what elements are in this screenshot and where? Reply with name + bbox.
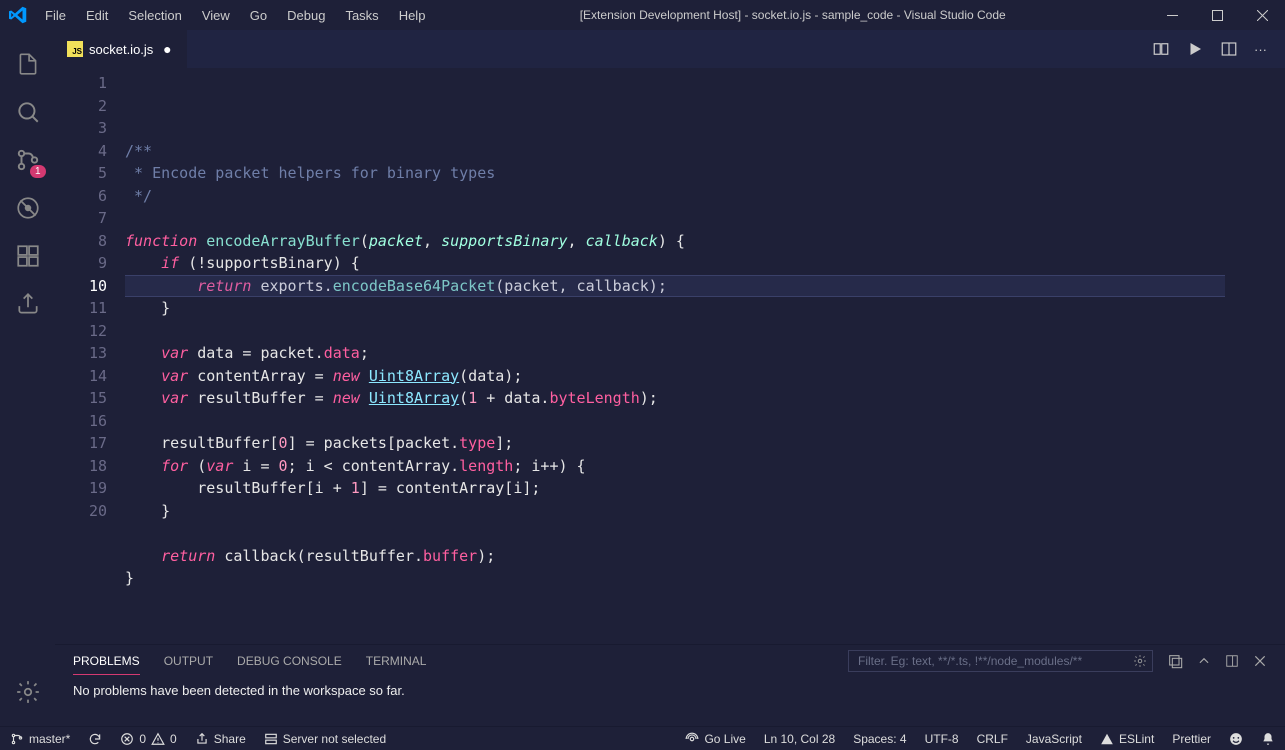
code-line[interactable]: if (!supportsBinary) { <box>125 252 1225 275</box>
encoding[interactable]: UTF-8 <box>925 732 959 746</box>
extensions-icon[interactable] <box>4 232 52 280</box>
sync-icon[interactable] <box>88 732 102 746</box>
menu-item-edit[interactable]: Edit <box>76 0 118 30</box>
gutter: 1234567891011121314151617181920 <box>55 68 125 644</box>
code-line[interactable]: var resultBuffer = new Uint8Array(1 + da… <box>125 387 1225 410</box>
prettier-status[interactable]: Prettier <box>1172 732 1211 746</box>
tabs-row: JS socket.io.js ● ··· <box>55 30 1285 68</box>
editor[interactable]: 1234567891011121314151617181920 /** * En… <box>55 68 1285 644</box>
panel-tab-problems[interactable]: PROBLEMS <box>73 648 140 675</box>
indentation[interactable]: Spaces: 4 <box>853 732 906 746</box>
titlebar: FileEditSelectionViewGoDebugTasksHelp [E… <box>0 0 1285 30</box>
eslint-status[interactable]: ESLint <box>1100 732 1154 746</box>
menu-item-tasks[interactable]: Tasks <box>335 0 388 30</box>
minimap[interactable] <box>1225 68 1285 644</box>
debug-icon[interactable] <box>4 184 52 232</box>
code-line[interactable]: function encodeArrayBuffer(packet, suppo… <box>125 230 1225 253</box>
menu-item-file[interactable]: File <box>35 0 76 30</box>
menu-item-help[interactable]: Help <box>389 0 436 30</box>
code-line[interactable] <box>125 320 1225 343</box>
panel: PROBLEMS OUTPUT DEBUG CONSOLE TERMINAL No p… <box>55 644 1285 726</box>
git-branch[interactable]: master* <box>10 732 70 746</box>
code-line[interactable]: resultBuffer[i + 1] = contentArray[i]; <box>125 477 1225 500</box>
js-file-icon: JS <box>67 41 83 57</box>
more-actions-icon[interactable]: ··· <box>1254 40 1267 58</box>
panel-maximize-icon[interactable] <box>1225 654 1239 668</box>
code-line[interactable] <box>125 410 1225 433</box>
share-status[interactable]: Share <box>195 732 246 746</box>
tab-label: socket.io.js <box>89 42 153 57</box>
code-line[interactable]: /** <box>125 140 1225 163</box>
code-line[interactable]: } <box>125 297 1225 320</box>
feedback-icon[interactable] <box>1229 732 1243 746</box>
panel-clear-icon[interactable] <box>1167 653 1183 669</box>
server-status[interactable]: Server not selected <box>264 732 386 746</box>
code-line[interactable]: return exports.encodeBase64Packet(packet… <box>125 275 1225 298</box>
panel-tab-terminal[interactable]: TERMINAL <box>366 648 427 674</box>
close-button[interactable] <box>1240 0 1285 30</box>
code-line[interactable] <box>125 207 1225 230</box>
scm-badge: 1 <box>30 165 46 178</box>
code-line[interactable]: * Encode packet helpers for binary types <box>125 162 1225 185</box>
code-line[interactable]: */ <box>125 185 1225 208</box>
vscode-logo-icon <box>0 6 35 24</box>
panel-tabs: PROBLEMS OUTPUT DEBUG CONSOLE TERMINAL <box>55 645 1285 677</box>
minimize-button[interactable] <box>1150 0 1195 30</box>
code-line[interactable] <box>125 522 1225 545</box>
menu-item-debug[interactable]: Debug <box>277 0 335 30</box>
code-content[interactable]: /** * Encode packet helpers for binary t… <box>125 68 1225 644</box>
explorer-icon[interactable] <box>4 40 52 88</box>
menu-item-view[interactable]: View <box>192 0 240 30</box>
panel-tab-debug-console[interactable]: DEBUG CONSOLE <box>237 648 342 674</box>
live-share-icon[interactable] <box>4 280 52 328</box>
menu-item-go[interactable]: Go <box>240 0 277 30</box>
code-line[interactable]: resultBuffer[0] = packets[packet.type]; <box>125 432 1225 455</box>
menu-item-selection[interactable]: Selection <box>118 0 191 30</box>
split-editor-icon[interactable] <box>1220 40 1238 58</box>
editor-actions: ··· <box>1152 40 1285 58</box>
cursor-position[interactable]: Ln 10, Col 28 <box>764 732 835 746</box>
notifications-icon[interactable] <box>1261 732 1275 746</box>
activity-bar: 1 <box>0 30 55 726</box>
git-branch-label: master* <box>29 732 70 746</box>
code-line[interactable]: } <box>125 500 1225 523</box>
go-live-status[interactable]: Go Live <box>685 732 745 746</box>
code-line[interactable]: var data = packet.data; <box>125 342 1225 365</box>
search-icon[interactable] <box>4 88 52 136</box>
code-line[interactable]: } <box>125 567 1225 590</box>
menu-bar: FileEditSelectionViewGoDebugTasksHelp <box>35 0 435 30</box>
tab-socket-io-js[interactable]: JS socket.io.js ● <box>55 30 187 68</box>
source-control-icon[interactable]: 1 <box>4 136 52 184</box>
code-line[interactable]: for (var i = 0; i < contentArray.length;… <box>125 455 1225 478</box>
eol[interactable]: CRLF <box>977 732 1008 746</box>
tab-close-icon[interactable]: ● <box>159 41 175 57</box>
statusbar: master* 0 0 Share Server not selected Go… <box>0 726 1285 750</box>
settings-gear-icon[interactable] <box>4 668 52 716</box>
panel-tab-output[interactable]: OUTPUT <box>164 648 213 674</box>
maximize-button[interactable] <box>1195 0 1240 30</box>
code-line[interactable]: var contentArray = new Uint8Array(data); <box>125 365 1225 388</box>
compare-changes-icon[interactable] <box>1152 40 1170 58</box>
window-title: [Extension Development Host] - socket.io… <box>435 8 1150 22</box>
code-line[interactable]: return callback(resultBuffer.buffer); <box>125 545 1225 568</box>
window-controls <box>1150 0 1285 30</box>
errors-warnings[interactable]: 0 0 <box>120 732 176 746</box>
panel-close-icon[interactable] <box>1253 654 1267 668</box>
problems-message: No problems have been detected in the wo… <box>55 677 1285 704</box>
problems-filter-input[interactable] <box>848 650 1153 672</box>
language-mode[interactable]: JavaScript <box>1026 732 1082 746</box>
panel-collapse-icon[interactable] <box>1197 654 1211 668</box>
run-icon[interactable] <box>1186 40 1204 58</box>
filter-gear-icon[interactable] <box>1133 654 1147 668</box>
